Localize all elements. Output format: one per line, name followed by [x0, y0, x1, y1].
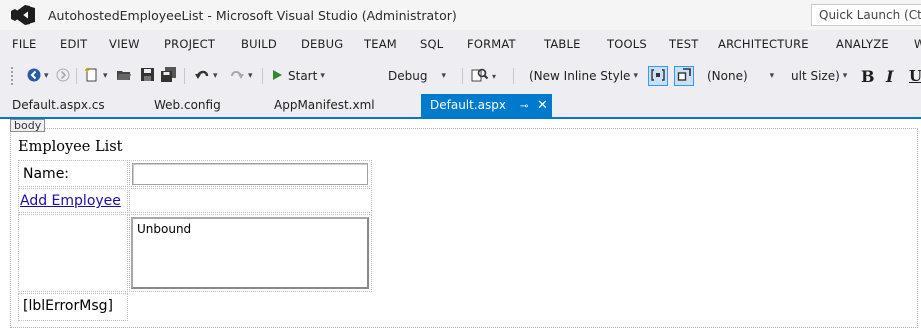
tab-default-aspx[interactable]: Default.aspx ⊸ ✕	[421, 94, 552, 117]
undo-button[interactable]: ▾	[194, 66, 218, 86]
body-tag-label[interactable]: body	[10, 119, 46, 132]
chevron-down-icon: ▾	[633, 71, 638, 81]
menu-window[interactable]: W	[914, 37, 921, 51]
chevron-down-icon: ▾	[320, 71, 325, 81]
menu-architecture[interactable]: ARCHITECTURE	[718, 37, 809, 51]
undo-icon	[194, 67, 210, 86]
page-heading: Employee List	[18, 139, 123, 155]
menu-edit[interactable]: EDIT	[60, 37, 87, 51]
save-all-button[interactable]	[160, 66, 177, 86]
find-in-files-icon	[471, 67, 489, 86]
underline-button[interactable]: U	[909, 66, 921, 86]
menu-analyze[interactable]: ANALYZE	[836, 37, 889, 51]
apply-class-button[interactable]	[648, 66, 668, 86]
start-debugging-button[interactable]: Start ▾	[271, 66, 325, 86]
menu-build[interactable]: BUILD	[241, 37, 277, 51]
new-style-icon	[677, 67, 691, 85]
tab-appmanifest-xml[interactable]: AppManifest.xml	[274, 98, 375, 112]
back-arrow-icon	[27, 68, 41, 85]
table-cell	[129, 188, 372, 213]
css-selector-icon	[651, 68, 665, 85]
menu-test[interactable]: TEST	[669, 37, 698, 51]
chevron-down-icon: ▾	[842, 71, 848, 81]
find-in-files-button[interactable]: ▾	[471, 66, 496, 86]
chevron-down-icon: ▾	[44, 71, 49, 81]
toolbar-separator	[76, 68, 77, 84]
new-project-icon	[84, 67, 100, 86]
table-cell	[18, 214, 128, 292]
menu-view[interactable]: VIEW	[109, 37, 140, 51]
menu-team[interactable]: TEAM	[364, 37, 397, 51]
add-employee-link[interactable]: Add Employee	[20, 193, 121, 209]
toolbar-separator	[513, 68, 514, 84]
chevron-down-icon: ▾	[103, 71, 108, 81]
chevron-down-icon: ▾	[769, 71, 775, 81]
new-project-button[interactable]: ▾	[84, 66, 108, 86]
quick-launch-input[interactable]: Quick Launch (Ct	[811, 4, 921, 26]
window-title: AutohostedEmployeeList - Microsoft Visua…	[48, 7, 457, 23]
bold-button[interactable]: B	[861, 66, 875, 86]
start-label: Start	[288, 69, 318, 83]
chevron-down-icon: ▾	[213, 71, 218, 81]
save-icon	[140, 67, 155, 85]
redo-icon	[229, 67, 245, 86]
design-surface: body Employee List Name: Add Employee Un…	[0, 119, 921, 331]
save-all-icon	[160, 66, 177, 86]
toolbar-grip[interactable]	[10, 66, 14, 86]
tab-default-aspx-cs[interactable]: Default.aspx.cs	[12, 98, 105, 112]
save-button[interactable]	[140, 66, 155, 86]
chevron-down-icon: ▾	[248, 71, 253, 81]
toolbar-overflow-icon: ▾	[492, 71, 497, 81]
toolbar-separator	[184, 68, 185, 84]
open-file-button[interactable]	[116, 66, 132, 86]
chevron-down-icon: ▾	[441, 71, 446, 81]
menu-tools[interactable]: TOOLS	[607, 37, 647, 51]
active-tab-label: Default.aspx	[430, 98, 506, 112]
menu-sql[interactable]: SQL	[420, 37, 443, 51]
pin-tab-icon[interactable]: ⊸	[520, 101, 528, 112]
navigate-back-button[interactable]: ▾	[27, 66, 49, 86]
italic-button[interactable]: I	[886, 66, 893, 86]
menu-table[interactable]: TABLE	[544, 37, 581, 51]
toolbar-separator	[262, 68, 263, 84]
menu-format[interactable]: FORMAT	[467, 37, 516, 51]
standard-toolbar: ▾ ▾ ▾ ▾ Start ▾ Debug ▾ ▾ (New Inline St…	[0, 58, 921, 94]
font-size-value: ult Size)	[791, 69, 840, 83]
redo-button[interactable]: ▾	[229, 66, 253, 86]
font-size-dropdown[interactable]: ult Size) ▾	[789, 66, 849, 86]
menu-bar: FILE EDIT VIEW PROJECT BUILD DEBUG TEAM …	[0, 30, 921, 58]
forward-arrow-icon	[56, 68, 70, 85]
error-message-label: [lblErrorMsg]	[23, 298, 113, 314]
employee-listbox[interactable]: Unbound	[131, 217, 369, 289]
menu-debug[interactable]: DEBUG	[301, 37, 343, 51]
menu-project[interactable]: PROJECT	[164, 37, 215, 51]
navigate-forward-button[interactable]	[56, 66, 70, 86]
visual-studio-logo-icon	[10, 4, 38, 26]
title-bar: AutohostedEmployeeList - Microsoft Visua…	[0, 0, 921, 30]
document-tab-strip: Default.aspx.cs Web.config AppManifest.x…	[0, 94, 921, 119]
inline-style-dropdown[interactable]: (New Inline Style ▾	[527, 66, 640, 86]
toolbar-separator	[462, 68, 463, 84]
name-textbox[interactable]	[132, 163, 368, 185]
close-tab-icon[interactable]: ✕	[537, 98, 548, 113]
new-style-button[interactable]	[674, 66, 694, 86]
tab-web-config[interactable]: Web.config	[154, 98, 221, 112]
name-label: Name:	[23, 166, 70, 182]
target-rule-dropdown[interactable]: (None) ▾	[705, 66, 776, 86]
solution-configuration-dropdown[interactable]: Debug ▾	[386, 66, 448, 86]
target-rule-value: (None)	[707, 69, 748, 83]
inline-style-value: (New Inline Style	[529, 69, 631, 83]
play-icon	[271, 69, 283, 84]
configuration-value: Debug	[388, 69, 428, 83]
menu-file[interactable]: FILE	[12, 37, 36, 51]
open-folder-icon	[116, 67, 132, 86]
